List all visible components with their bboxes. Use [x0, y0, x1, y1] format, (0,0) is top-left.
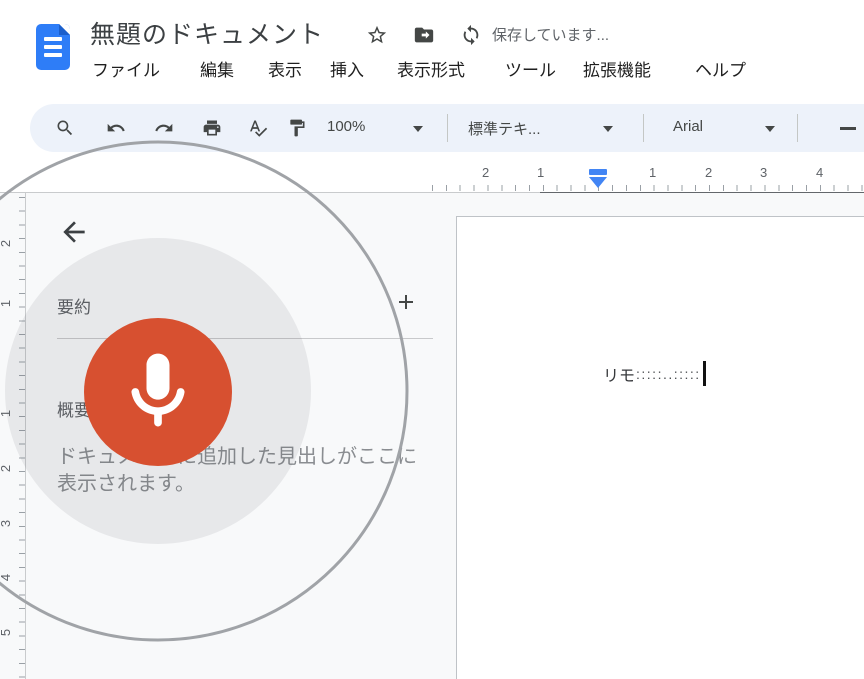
document-text: リモ [603, 362, 635, 386]
search-icon[interactable] [55, 118, 75, 138]
sync-status-button[interactable] [458, 22, 484, 48]
zoom-dropdown-icon[interactable] [413, 126, 423, 132]
zoom-select[interactable]: 100% [327, 118, 365, 135]
ruler-number: 2 [0, 465, 13, 472]
menu-help[interactable]: ヘルプ [695, 58, 746, 84]
microphone-icon [112, 346, 204, 438]
document-text-line: リモ :::::..::::: [603, 361, 706, 386]
text-cursor [703, 361, 706, 386]
ruler-number: 2 [482, 165, 489, 180]
ruler-number: 3 [760, 165, 767, 180]
toolbar-divider [797, 114, 798, 142]
menu-edit[interactable]: 編集 [200, 58, 234, 84]
print-icon[interactable] [202, 118, 222, 138]
document-title-row: 無題のドキュメント [90, 16, 324, 50]
menu-extensions[interactable]: 拡張機能 [583, 58, 651, 84]
ruler-number: 4 [0, 574, 13, 581]
ruler-number: 1 [649, 165, 656, 180]
menu-insert[interactable]: 挿入 [330, 58, 364, 84]
spellcheck-icon[interactable] [248, 118, 268, 138]
menu-tools[interactable]: ツール [505, 58, 556, 84]
close-outline-back-icon[interactable] [58, 216, 90, 248]
paint-format-icon[interactable] [287, 118, 307, 138]
document-title[interactable]: 無題のドキュメント [90, 15, 324, 51]
menu-file[interactable]: ファイル [92, 58, 160, 84]
ruler-number: 3 [0, 520, 13, 527]
logo-fold [59, 24, 70, 35]
voice-typing-mic-button[interactable] [84, 318, 232, 466]
ruler-number: 4 [816, 165, 823, 180]
toolbar-divider [643, 114, 644, 142]
add-summary-icon[interactable] [394, 290, 418, 314]
folder-move-icon [413, 24, 435, 46]
ruler-number: 5 [0, 629, 13, 636]
toolbar-divider [447, 114, 448, 142]
save-status: 保存しています... [492, 24, 609, 45]
move-button[interactable] [411, 22, 437, 48]
redo-icon[interactable] [154, 118, 174, 138]
ruler-number: 1 [0, 300, 13, 307]
undo-icon[interactable] [106, 118, 126, 138]
sync-icon [460, 24, 482, 46]
font-select[interactable]: Arial [673, 118, 703, 135]
first-line-indent-marker[interactable] [589, 169, 607, 175]
star-button[interactable] [364, 22, 390, 48]
left-indent-marker[interactable] [589, 177, 607, 188]
styles-select[interactable]: 標準テキ... [468, 118, 541, 139]
ruler-number: 2 [0, 240, 13, 247]
font-dropdown-icon[interactable] [765, 126, 775, 132]
horizontal-ruler-ticks [432, 185, 864, 191]
google-docs-logo[interactable] [36, 24, 70, 70]
ime-composition-dots: :::::..::::: [636, 366, 701, 382]
ruler-number: 1 [537, 165, 544, 180]
document-page[interactable]: リモ :::::..::::: [456, 216, 864, 679]
star-icon [366, 24, 388, 46]
decrease-font-size-icon[interactable] [840, 127, 856, 130]
menu-format[interactable]: 表示形式 [397, 58, 465, 84]
styles-dropdown-icon[interactable] [603, 126, 613, 132]
ruler-number: 2 [705, 165, 712, 180]
toolbar: 100% 標準テキ... Arial 1 [30, 104, 864, 152]
menu-view[interactable]: 表示 [268, 58, 302, 84]
